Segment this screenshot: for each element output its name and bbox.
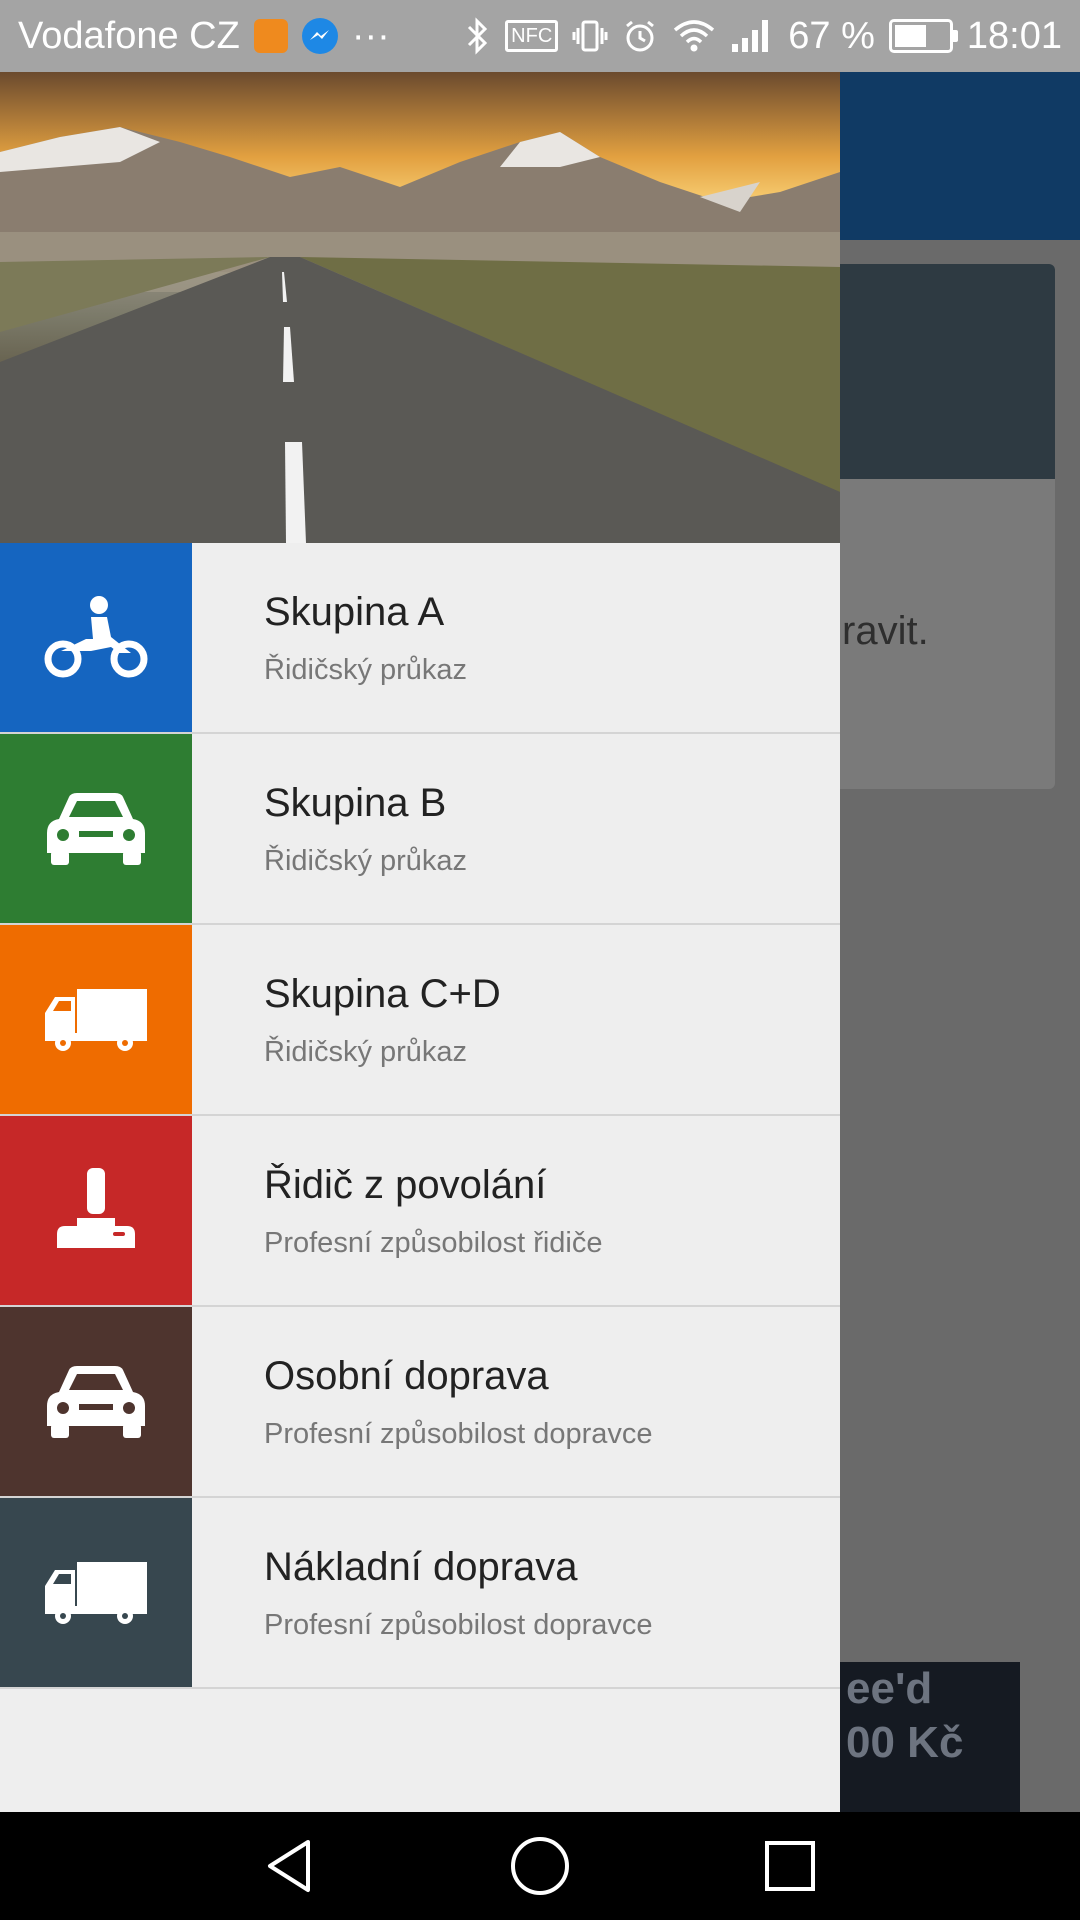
item-icon-tile (0, 543, 192, 732)
drawer-item-skupina-cd[interactable]: Skupina C+D Řidičský průkaz (0, 925, 840, 1116)
truck-icon (45, 1561, 147, 1624)
carrier-label: Vodafone CZ (18, 14, 240, 57)
clock: 18:01 (966, 14, 1062, 57)
home-icon (511, 1837, 569, 1895)
notification-app-icon (253, 19, 288, 53)
motorcycle-icon (44, 595, 148, 677)
recents-button[interactable] (740, 1816, 840, 1916)
battery-percent: 67 % (788, 14, 875, 57)
item-title: Skupina A (264, 590, 445, 634)
drawer-item-nakladni-doprava[interactable]: Nákladní doprava Profesní způsobilost do… (0, 1498, 840, 1689)
background-card-text: ravit. (842, 609, 929, 653)
drawer-header-image (0, 72, 840, 543)
back-button[interactable] (240, 1816, 340, 1916)
item-subtitle: Řidičský průkaz (264, 845, 468, 877)
item-title: Řidič z povolání (264, 1163, 547, 1207)
item-subtitle: Řidičský průkaz (264, 654, 468, 686)
drawer-item-skupina-b[interactable]: Skupina B Řidičský průkaz (0, 734, 840, 925)
alarm-icon (622, 18, 658, 54)
drawer-item-osobni-doprava[interactable]: Osobní doprava Profesní způsobilost dopr… (0, 1307, 840, 1498)
signal-icon (730, 18, 774, 54)
item-subtitle: Profesní způsobilost řidiče (264, 1227, 603, 1259)
messenger-icon (301, 18, 338, 54)
status-bar: Vodafone CZ ··· NFC 67 % 18:01 (0, 0, 1080, 72)
item-title: Osobní doprava (264, 1354, 549, 1398)
nfc-icon: NFC (505, 20, 559, 52)
bluetooth-icon (465, 17, 491, 55)
background-ad-banner: ee'd 00 Kč (830, 1662, 1020, 1812)
overflow-indicator: ··· (351, 14, 390, 57)
item-icon-tile (0, 925, 192, 1114)
system-nav-bar (0, 1812, 1080, 1920)
item-icon-tile (0, 734, 192, 923)
vibrate-icon (572, 18, 608, 54)
item-subtitle: Profesní způsobilost dopravce (264, 1418, 653, 1450)
back-icon (268, 1840, 310, 1892)
recents-icon (765, 1841, 815, 1891)
item-title: Skupina B (264, 781, 447, 825)
ad-line-1: ee'd (846, 1664, 933, 1713)
truck-icon (45, 988, 147, 1051)
wifi-icon (672, 18, 716, 54)
background-card: ravit. (830, 264, 1055, 789)
drawer-item-skupina-a[interactable]: Skupina A Řidičský průkaz (0, 543, 840, 734)
item-title: Skupina C+D (264, 972, 501, 1016)
ad-line-2: 00 Kč (846, 1718, 964, 1767)
joystick-icon (57, 1167, 135, 1248)
item-subtitle: Řidičský průkaz (264, 1036, 468, 1068)
item-icon-tile (0, 1116, 192, 1305)
car-icon (47, 792, 145, 865)
home-button[interactable] (490, 1816, 590, 1916)
drawer-item-ridic-z-povolani[interactable]: Řidič z povolání Profesní způsobilost ři… (0, 1116, 840, 1307)
item-subtitle: Profesní způsobilost dopravce (264, 1609, 653, 1641)
navigation-drawer: Skupina A Řidičský průkaz Skupina B Řidi… (0, 72, 840, 1812)
item-title: Nákladní doprava (264, 1545, 578, 1589)
item-icon-tile (0, 1498, 192, 1687)
battery-icon (888, 19, 958, 53)
car-icon (47, 1365, 145, 1438)
item-icon-tile (0, 1307, 192, 1496)
